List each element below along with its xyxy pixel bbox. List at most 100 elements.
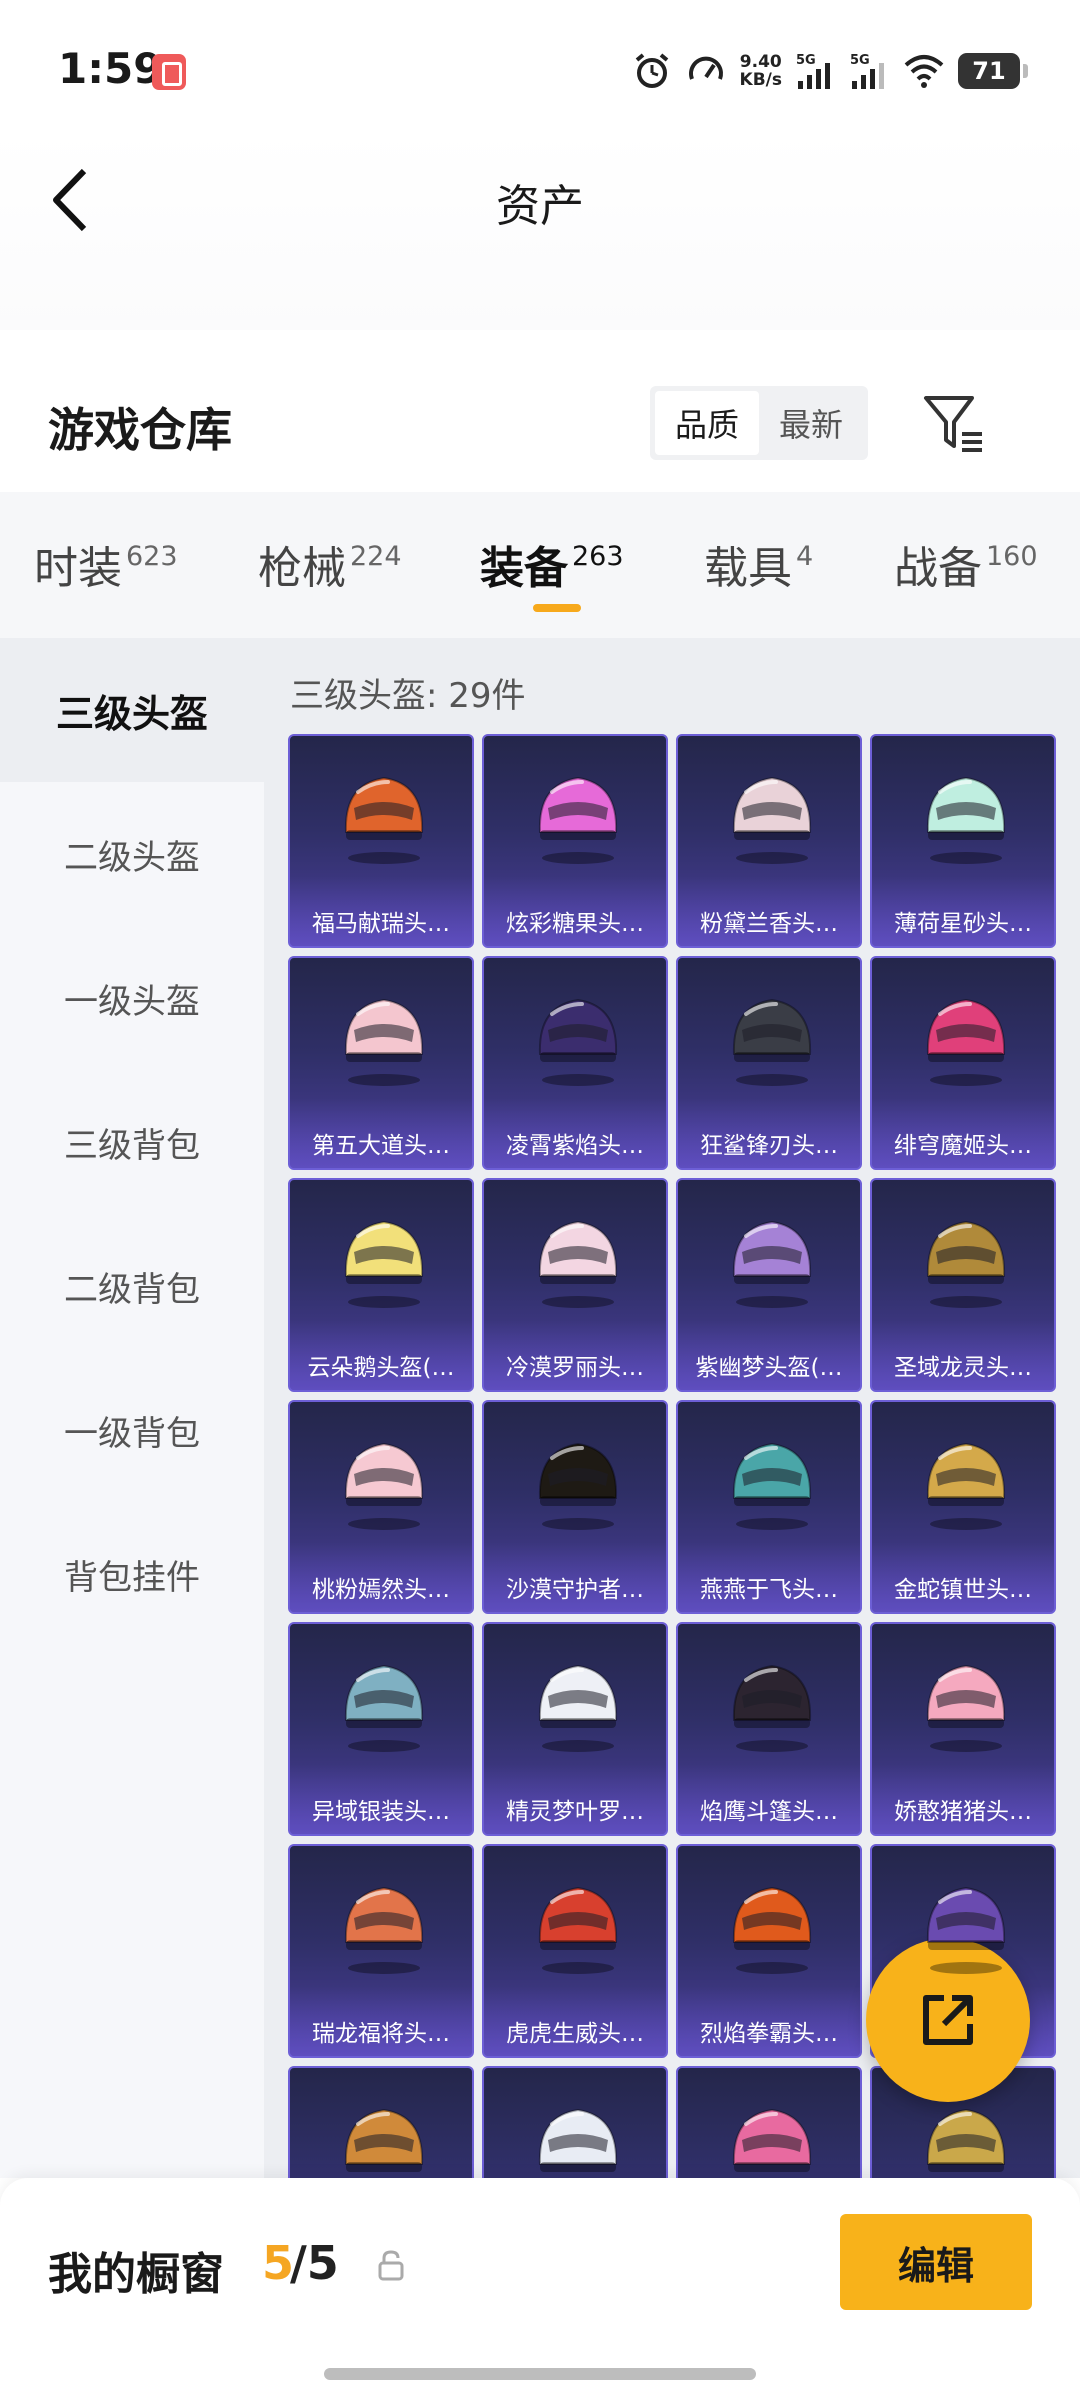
- helmet-icon: [344, 998, 424, 1086]
- item-name: 焰鹰斗篷头…: [700, 1799, 838, 1825]
- item-card[interactable]: 桃粉嫣然头…: [288, 1400, 474, 1614]
- helmet-icon: [538, 776, 618, 864]
- signal-label-2: 5G: [850, 53, 870, 68]
- item-card[interactable]: 炫彩糖果头…: [482, 734, 668, 948]
- item-name: 冷漠罗丽头…: [506, 1355, 644, 1381]
- helmet-icon: [538, 1664, 618, 1752]
- item-card[interactable]: 异域银装头…: [288, 1622, 474, 1836]
- item-name: 圣域龙灵头…: [894, 1355, 1032, 1381]
- sidebar-item-level1-helmet[interactable]: 一级头盔: [0, 926, 264, 1070]
- tab-vehicles[interactable]: 载具 4: [704, 532, 813, 596]
- item-name: 薄荷星砂头…: [894, 911, 1032, 937]
- item-card[interactable]: 焰鹰斗篷头…: [676, 1622, 862, 1836]
- tab-fashion-label: 时装: [34, 543, 122, 594]
- item-card[interactable]: [482, 2066, 668, 2178]
- sidebar-item-level2-backpack[interactable]: 二级背包: [0, 1214, 264, 1358]
- item-card[interactable]: [288, 2066, 474, 2178]
- item-card[interactable]: 瑞龙福将头…: [288, 1844, 474, 2058]
- share-icon: [923, 1995, 973, 2045]
- item-name: 燕燕于飞头…: [700, 1577, 838, 1603]
- sort-toggle: 品质 最新: [650, 386, 868, 460]
- tab-firearms[interactable]: 枪械 224: [258, 532, 402, 596]
- edit-button[interactable]: 编辑: [840, 2214, 1032, 2310]
- helmet-icon: [926, 2108, 1006, 2172]
- item-count-label: 三级头盔: 29件: [290, 676, 526, 716]
- helmet-icon: [732, 2108, 812, 2172]
- tab-fashion-count: 623: [126, 541, 178, 572]
- item-card[interactable]: [676, 2066, 862, 2178]
- alarm-icon: [635, 53, 668, 88]
- item-card[interactable]: 云朵鹅头盔(…: [288, 1178, 474, 1392]
- item-card[interactable]: 圣域龙灵头…: [870, 1178, 1056, 1392]
- status-time: 1:59: [58, 44, 163, 93]
- tab-equipment-count: 263: [572, 541, 624, 572]
- item-card[interactable]: 狂鲨锋刃头…: [676, 956, 862, 1170]
- item-name: 粉黛兰香头…: [700, 911, 838, 937]
- item-name: 娇憨猪猪头…: [894, 1799, 1032, 1825]
- item-card[interactable]: 精灵梦叶罗…: [482, 1622, 668, 1836]
- item-card[interactable]: 娇憨猪猪头…: [870, 1622, 1056, 1836]
- helmet-icon: [732, 1442, 812, 1530]
- tab-firearms-label: 枪械: [258, 543, 346, 594]
- helmet-icon: [732, 776, 812, 864]
- helmet-icon: [538, 1220, 618, 1308]
- item-name: 异域银装头…: [312, 1799, 450, 1825]
- item-card[interactable]: 虎虎生威头…: [482, 1844, 668, 2058]
- helmet-icon: [538, 998, 618, 1086]
- sidebar-item-backpack-pendant[interactable]: 背包挂件: [0, 1502, 264, 1646]
- item-name: 第五大道头…: [312, 1133, 450, 1159]
- item-card[interactable]: 绯穹魔姬头…: [870, 956, 1056, 1170]
- wifi-icon: [904, 55, 944, 88]
- item-name: 精灵梦叶罗…: [506, 1799, 644, 1825]
- helmet-icon: [926, 776, 1006, 864]
- helmet-icon: [538, 1442, 618, 1530]
- item-card[interactable]: 冷漠罗丽头…: [482, 1178, 668, 1392]
- item-name: 瑞龙福将头…: [312, 2021, 450, 2047]
- sort-latest-button[interactable]: 最新: [759, 391, 863, 455]
- item-name: 绯穹魔姬头…: [894, 1133, 1032, 1159]
- item-name: 炫彩糖果头…: [506, 911, 644, 937]
- item-content: 三级头盔: 29件 福马献瑞头… 炫彩糖果头… 粉黛兰香头… 薄荷星砂头… 第五大道头……: [264, 638, 1080, 2178]
- helmet-icon: [344, 1442, 424, 1530]
- tab-equipment[interactable]: 装备 263: [480, 532, 624, 596]
- item-card[interactable]: 凌霄紫焰头…: [482, 956, 668, 1170]
- tab-battle-gear[interactable]: 战备 160: [894, 532, 1038, 596]
- item-name: 狂鲨锋刃头…: [700, 1133, 838, 1159]
- showcase-label: 我的橱窗: [48, 2249, 224, 2300]
- item-card[interactable]: 薄荷星砂头…: [870, 734, 1056, 948]
- tab-firearms-count: 224: [350, 541, 402, 572]
- helmet-icon: [344, 1220, 424, 1308]
- item-card[interactable]: 烈焰拳霸头…: [676, 1844, 862, 2058]
- status-icons: 9.40 KB/s 5G 5G 71: [632, 46, 1028, 96]
- sidebar-item-level3-helmet[interactable]: 三级头盔: [0, 638, 264, 782]
- tab-vehicles-count: 4: [796, 541, 814, 572]
- helmet-icon: [538, 2108, 618, 2172]
- sidebar-item-level1-backpack[interactable]: 一级背包: [0, 1358, 264, 1502]
- helmet-icon: [926, 1442, 1006, 1530]
- sort-quality-button[interactable]: 品质: [655, 391, 759, 455]
- item-card[interactable]: 金蛇镇世头…: [870, 1400, 1056, 1614]
- signal-icon: 5G: [796, 53, 830, 89]
- sidebar: 三级头盔 二级头盔 一级头盔 三级背包 二级背包 一级背包 背包挂件: [0, 638, 264, 2178]
- sidebar-item-level3-backpack[interactable]: 三级背包: [0, 1070, 264, 1214]
- lock-icon: [378, 2250, 404, 2281]
- helmet-icon: [344, 1664, 424, 1752]
- item-card[interactable]: 沙漠守护者…: [482, 1400, 668, 1614]
- helmet-icon: [926, 1220, 1006, 1308]
- helmet-icon: [926, 998, 1006, 1086]
- net-speed-value: 9.40: [739, 52, 782, 72]
- item-card[interactable]: 燕燕于飞头…: [676, 1400, 862, 1614]
- filter-icon[interactable]: [920, 390, 990, 460]
- tab-fashion[interactable]: 时装 623: [34, 532, 178, 596]
- item-name: 桃粉嫣然头…: [312, 1577, 450, 1603]
- item-name: 烈焰拳霸头…: [700, 2021, 838, 2047]
- item-card[interactable]: 粉黛兰香头…: [676, 734, 862, 948]
- page-title: 资产: [496, 181, 584, 232]
- sidebar-item-level2-helmet[interactable]: 二级头盔: [0, 782, 264, 926]
- item-card[interactable]: 紫幽梦头盔(…: [676, 1178, 862, 1392]
- signal-label: 5G: [796, 53, 816, 68]
- sim-card-icon: [152, 54, 186, 90]
- item-card[interactable]: 第五大道头…: [288, 956, 474, 1170]
- item-card[interactable]: 福马献瑞头…: [288, 734, 474, 948]
- helmet-icon: [538, 1886, 618, 1974]
